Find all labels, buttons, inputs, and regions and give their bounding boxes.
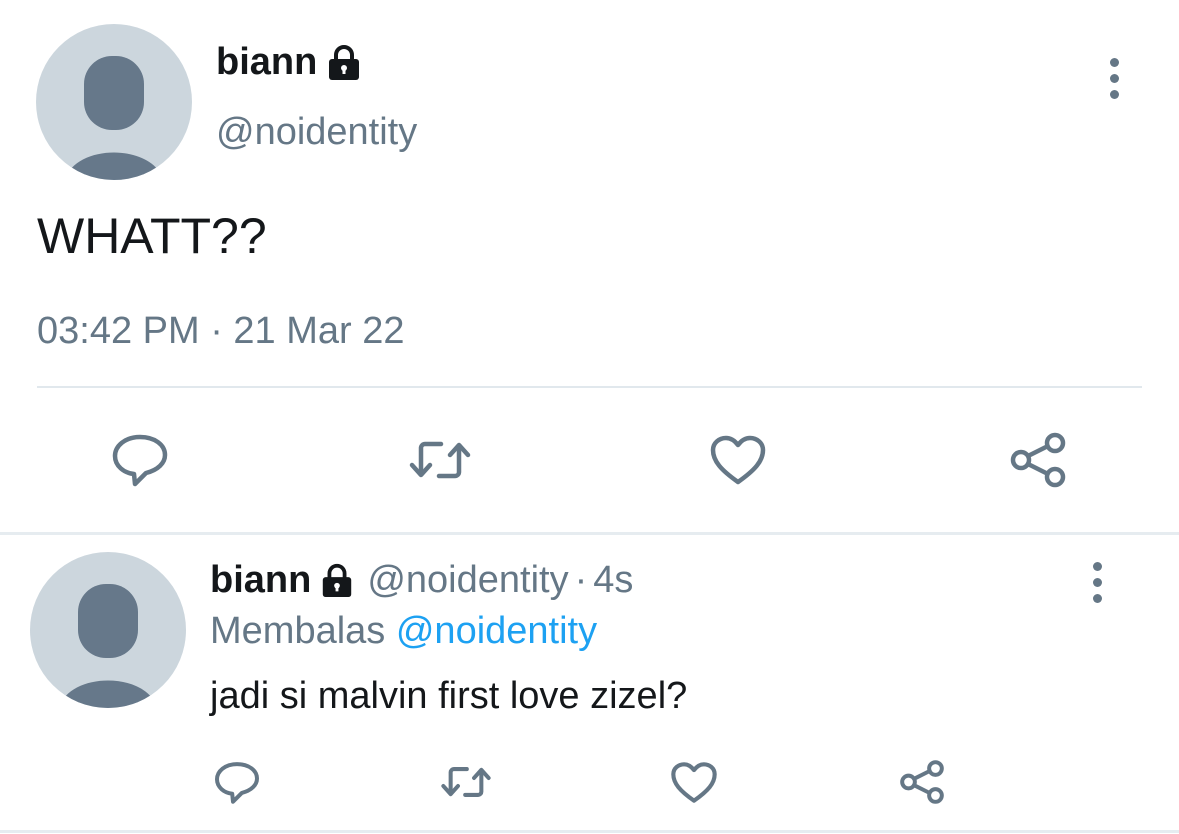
like-button[interactable] xyxy=(662,752,726,812)
more-vertical-icon[interactable] xyxy=(1110,58,1119,106)
replying-to-handle[interactable]: @noidentity xyxy=(396,610,597,652)
reply-button[interactable] xyxy=(100,425,180,495)
author-name[interactable]: biann xyxy=(216,38,363,86)
like-button[interactable] xyxy=(698,425,778,495)
divider xyxy=(0,532,1179,535)
replying-to-label: Membalas xyxy=(210,610,386,652)
share-button[interactable] xyxy=(890,752,954,812)
display-name: biann xyxy=(216,41,318,83)
display-name[interactable]: biann xyxy=(210,556,311,604)
separator: · xyxy=(574,559,588,601)
share-icon xyxy=(1010,432,1066,488)
avatar[interactable] xyxy=(36,24,192,180)
more-vertical-icon[interactable] xyxy=(1093,562,1102,610)
avatar[interactable] xyxy=(30,552,186,708)
heart-icon xyxy=(710,435,766,485)
lock-icon xyxy=(323,563,352,598)
default-avatar-icon xyxy=(65,56,163,180)
reply-button[interactable] xyxy=(205,752,269,812)
retweet-button[interactable] xyxy=(434,752,498,812)
heart-icon xyxy=(671,761,717,803)
divider xyxy=(37,386,1142,388)
retweet-icon xyxy=(441,767,491,797)
tweet-time: 4s xyxy=(593,559,634,601)
lock-icon xyxy=(329,45,360,80)
reply-header: biann @noidentity · 4s xyxy=(210,556,633,604)
tweet-timestamp: 03:42 PM · 21 Mar 22 xyxy=(37,310,405,352)
reply-icon xyxy=(112,434,168,487)
retweet-icon xyxy=(409,441,471,479)
tweet-text: jadi si malvin first love zizel? xyxy=(210,675,688,717)
tweet-text: WHATT?? xyxy=(37,208,267,264)
author-handle[interactable]: @noidentity xyxy=(367,556,568,604)
replying-to: Membalas @noidentity xyxy=(210,607,597,655)
reply-icon xyxy=(215,761,259,804)
share-icon xyxy=(900,760,944,804)
author-handle[interactable]: @noidentity xyxy=(216,108,417,156)
retweet-button[interactable] xyxy=(400,425,480,495)
divider xyxy=(0,830,1179,833)
share-button[interactable] xyxy=(998,425,1078,495)
default-avatar-icon xyxy=(59,584,157,708)
